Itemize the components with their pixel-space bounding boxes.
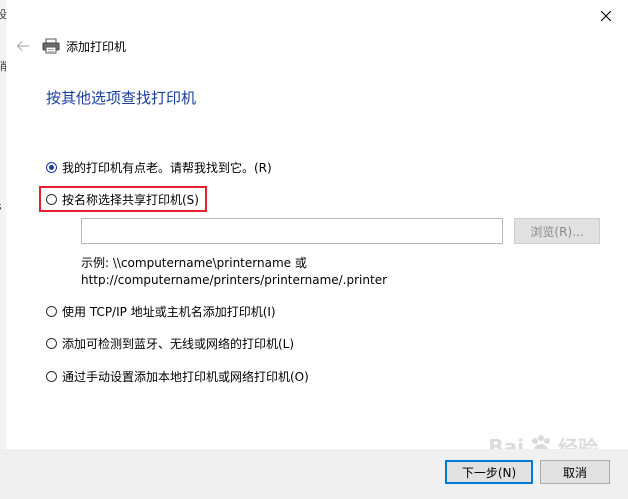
add-printer-window: 设 硝 s 添加打印机 按其他选项查找打印机 我的打印机有点老。请帮我找到它。(… xyxy=(0,0,628,499)
option-shared-printer-by-name[interactable]: 按名称选择共享打印机(S) xyxy=(46,190,199,208)
shared-printer-name-input[interactable] xyxy=(81,218,503,244)
option-label: 按名称选择共享打印机(S) xyxy=(62,192,199,207)
option-local-manual[interactable]: 通过手动设置添加本地打印机或网络打印机(O) xyxy=(46,367,309,385)
close-button[interactable] xyxy=(596,6,616,26)
option-tcpip[interactable]: 使用 TCP/IP 地址或主机名添加打印机(I) xyxy=(46,302,276,320)
example-text: 示例: \\computername\printername 或 http://… xyxy=(81,255,387,289)
radio-old-printer[interactable] xyxy=(46,161,57,173)
wizard-title: 添加打印机 xyxy=(66,39,127,54)
radio-local-manual[interactable] xyxy=(46,370,57,382)
option-bluetooth-wireless[interactable]: 添加可检测到蓝牙、无线或网络的打印机(L) xyxy=(46,334,294,352)
back-arrow-icon xyxy=(16,41,29,51)
option-old-printer[interactable]: 我的打印机有点老。请帮我找到它。(R) xyxy=(46,158,272,176)
wizard-header: 添加打印机 xyxy=(42,36,126,56)
radio-shared-printer-by-name[interactable] xyxy=(46,193,57,205)
printer-icon xyxy=(42,38,60,54)
option-label: 通过手动设置添加本地打印机或网络打印机(O) xyxy=(62,369,309,384)
background-window-edge: 设 硝 s xyxy=(0,0,7,499)
option-label: 添加可检测到蓝牙、无线或网络的打印机(L) xyxy=(62,336,295,351)
browse-button[interactable]: 浏览(R)... xyxy=(514,218,600,244)
close-icon xyxy=(600,10,612,22)
next-button[interactable]: 下一步(N) xyxy=(445,460,533,484)
back-button[interactable] xyxy=(14,38,32,54)
section-title: 按其他选项查找打印机 xyxy=(46,89,197,107)
cancel-button[interactable]: 取消 xyxy=(540,460,610,484)
bg-glyph: 硝 xyxy=(0,60,7,73)
example-line-1: 示例: \\computername\printername 或 xyxy=(81,256,307,270)
option-label: 使用 TCP/IP 地址或主机名添加打印机(I) xyxy=(62,304,276,319)
bg-glyph: 设 xyxy=(0,8,7,21)
radio-bluetooth-wireless[interactable] xyxy=(46,337,57,349)
wizard-footer: 下一步(N) 取消 xyxy=(0,449,628,499)
radio-tcpip[interactable] xyxy=(46,305,57,317)
bg-glyph: s xyxy=(0,200,2,213)
option-label: 我的打印机有点老。请帮我找到它。(R) xyxy=(62,160,272,175)
example-line-2: http://computername/printers/printername… xyxy=(81,273,388,287)
